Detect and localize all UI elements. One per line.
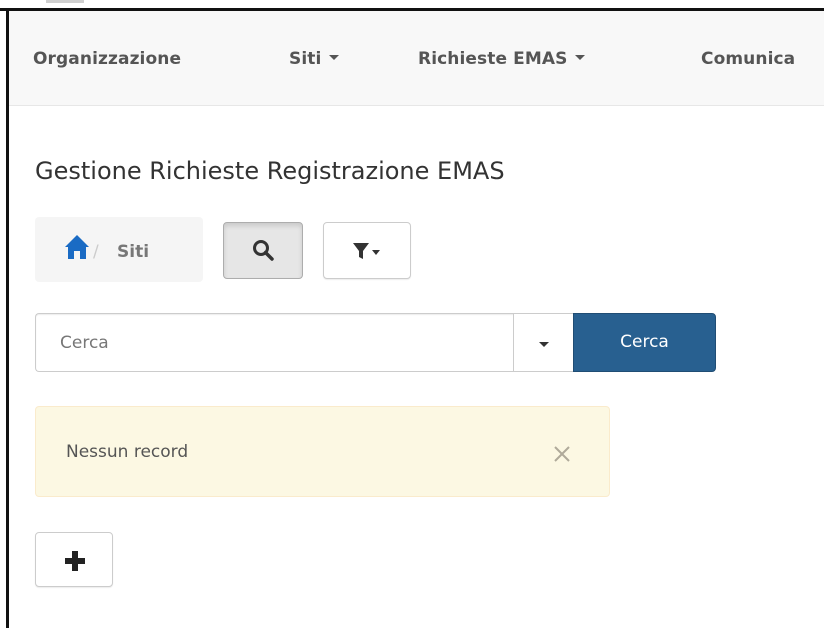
breadcrumb-separator: /	[93, 242, 99, 262]
home-icon[interactable]	[64, 234, 90, 260]
search-icon	[253, 240, 274, 261]
breadcrumb-current: Siti	[117, 242, 150, 262]
frame-mark	[46, 0, 84, 3]
search-options-dropdown[interactable]	[513, 313, 574, 372]
filter-dropdown-button[interactable]	[323, 222, 411, 279]
plus-icon	[65, 551, 85, 571]
breadcrumb: / Siti	[35, 217, 203, 282]
search-input[interactable]	[35, 313, 514, 372]
nav-item-comunica[interactable]: Comunica	[701, 49, 795, 69]
caret-down-icon	[329, 55, 340, 60]
search-submit-button[interactable]: Cerca	[573, 313, 716, 372]
nav-item-siti[interactable]: Siti	[289, 49, 340, 69]
nav-item-organizzazione[interactable]: Organizzazione	[33, 49, 181, 69]
nav-item-label: Richieste EMAS	[418, 49, 568, 69]
close-icon[interactable]	[552, 444, 572, 464]
add-record-button[interactable]	[35, 532, 113, 587]
empty-result-alert: Nessun record	[35, 406, 610, 497]
caret-down-icon	[575, 55, 586, 60]
search-toggle-button[interactable]	[223, 222, 303, 279]
caret-down-icon	[539, 342, 549, 347]
alert-message: Nessun record	[66, 442, 189, 462]
filter-icon	[353, 243, 380, 259]
top-navbar: Organizzazione Siti Richieste EMAS Comun…	[9, 11, 824, 106]
nav-item-label: Organizzazione	[33, 49, 182, 69]
nav-item-label: Comunica	[701, 49, 796, 69]
page-title: Gestione Richieste Registrazione EMAS	[35, 157, 505, 185]
nav-item-richieste-emas[interactable]: Richieste EMAS	[418, 49, 586, 69]
window-frame-top	[0, 0, 824, 11]
nav-item-label: Siti	[289, 49, 322, 69]
